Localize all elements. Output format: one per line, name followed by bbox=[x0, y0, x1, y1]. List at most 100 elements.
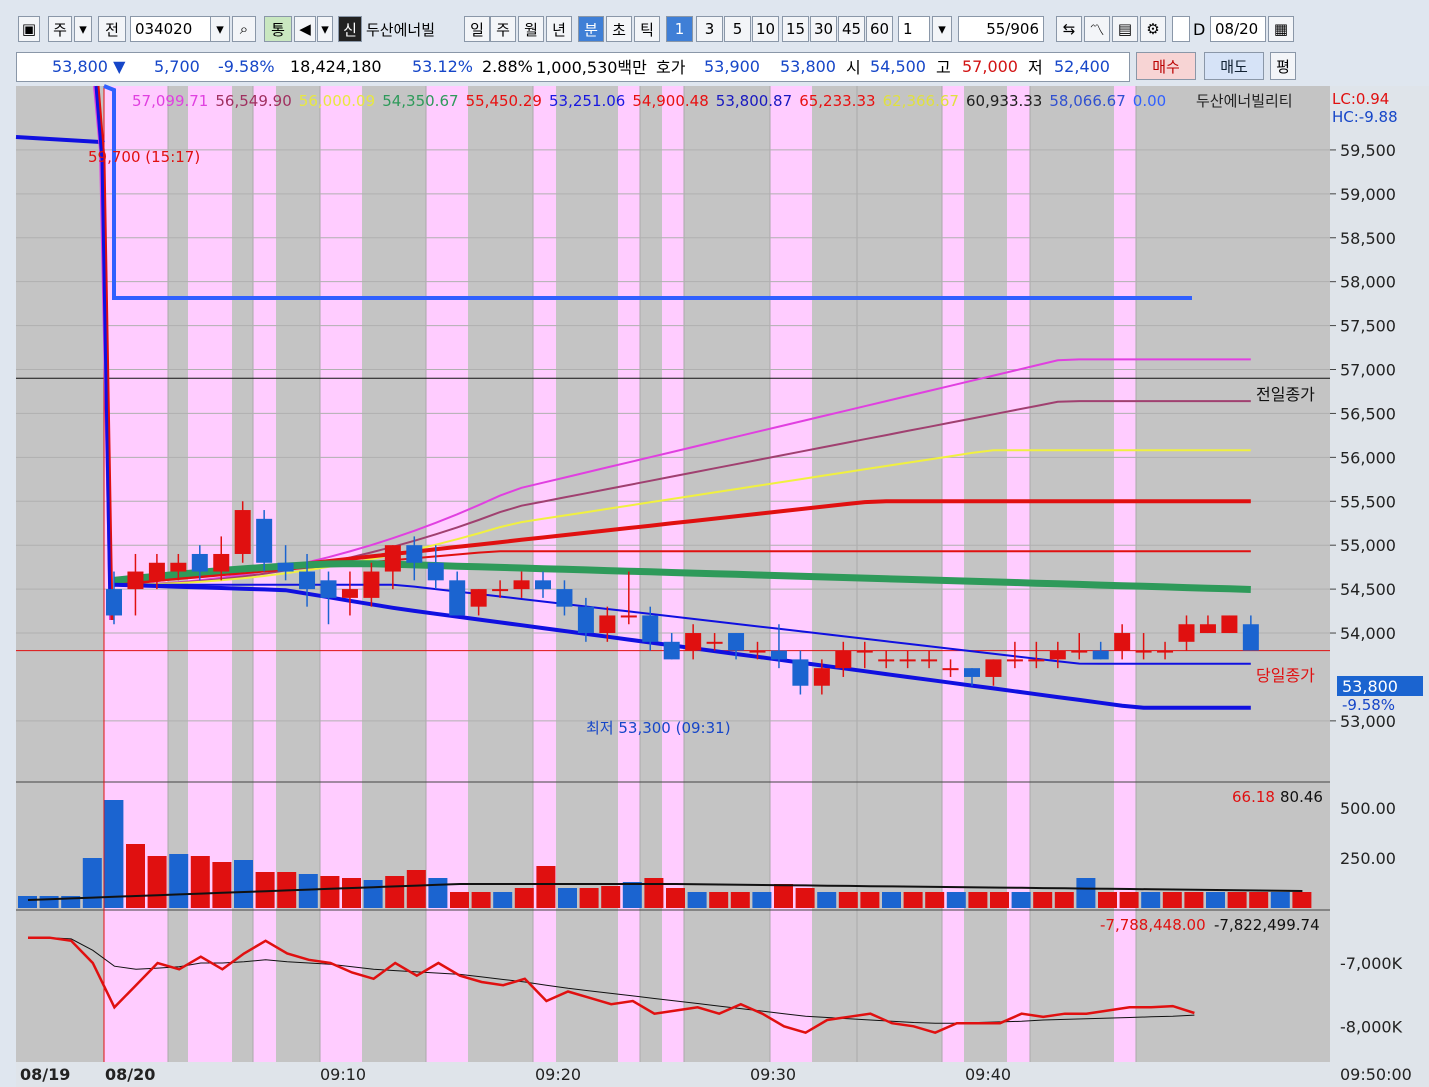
x-tick-label: 09:30 bbox=[750, 1065, 796, 1084]
candle-body bbox=[556, 589, 573, 607]
d-checkbox-label: D bbox=[1193, 19, 1206, 39]
interval-button[interactable]: 15 bbox=[782, 16, 809, 42]
candle-body bbox=[299, 571, 316, 590]
volume-bar bbox=[622, 882, 642, 908]
candle-body bbox=[148, 562, 165, 581]
volume-bar bbox=[1162, 892, 1182, 908]
candle-body bbox=[277, 562, 294, 572]
y-tick-label: 57,500 bbox=[1340, 317, 1396, 336]
volume-bar bbox=[190, 856, 210, 908]
draw-icon[interactable]: 〽 bbox=[1084, 16, 1110, 42]
layout-icon[interactable]: ▣ bbox=[18, 16, 40, 42]
prev-button[interactable]: 전 bbox=[98, 16, 126, 42]
y-tick-label: 56,000 bbox=[1340, 448, 1396, 467]
sound-icon[interactable]: ◀ bbox=[294, 16, 316, 42]
candle-body bbox=[856, 650, 873, 653]
candle-body bbox=[749, 650, 766, 653]
volume-y-tick-label: 500.00 bbox=[1340, 799, 1396, 818]
sound-dropdown-icon[interactable]: ▾ bbox=[317, 16, 333, 42]
ask-price: 53,900 bbox=[704, 56, 760, 76]
tong-button[interactable]: 통 bbox=[264, 16, 292, 42]
multiplier-input[interactable]: 1 bbox=[898, 16, 930, 42]
interval-button[interactable]: 30 bbox=[810, 16, 837, 42]
y-tick-label: 59,000 bbox=[1340, 185, 1396, 204]
candle-body bbox=[663, 641, 680, 660]
ma-legend-value: 54,900.48 bbox=[632, 92, 708, 110]
eval-button[interactable]: 평 bbox=[1270, 52, 1296, 80]
volume-bar bbox=[82, 858, 102, 908]
volume-bar bbox=[1292, 892, 1312, 908]
period-button[interactable]: 분 bbox=[578, 16, 604, 42]
candle-body bbox=[1114, 633, 1131, 651]
high-price: 57,000 bbox=[962, 56, 1018, 76]
candle-body bbox=[470, 589, 487, 607]
interval-button[interactable]: 1 bbox=[666, 16, 693, 42]
volume-bar bbox=[1033, 892, 1053, 908]
interval-button[interactable]: 3 bbox=[696, 16, 723, 42]
volume-bar bbox=[212, 862, 232, 908]
stock-name: 두산에너빌 bbox=[366, 20, 436, 39]
multiplier-dropdown-icon[interactable]: ▾ bbox=[932, 16, 952, 42]
volume-bar bbox=[514, 888, 534, 908]
interval-button[interactable]: 5 bbox=[724, 16, 751, 42]
d-checkbox[interactable] bbox=[1172, 16, 1190, 42]
search-icon[interactable]: ⌕ bbox=[232, 16, 256, 42]
volume-bar bbox=[298, 874, 318, 908]
volume-bar bbox=[18, 896, 37, 908]
buy-button[interactable]: 매수 bbox=[1136, 52, 1196, 80]
code-dropdown-icon[interactable]: ▾ bbox=[210, 16, 230, 42]
ma-legend-value: 62,366.67 bbox=[883, 92, 959, 110]
price-change: 5,700 bbox=[154, 56, 200, 76]
volume-bar bbox=[126, 844, 145, 908]
today-close-label: 당일종가 bbox=[1256, 666, 1315, 685]
gear-icon[interactable]: ⚙ bbox=[1140, 16, 1166, 42]
candle-body bbox=[1049, 650, 1066, 660]
market-dropdown-icon[interactable]: ▾ bbox=[74, 16, 92, 42]
candle-body bbox=[341, 589, 358, 598]
ma-legend-value: 55,450.29 bbox=[466, 92, 542, 110]
candle-body bbox=[685, 633, 702, 651]
volume-bar bbox=[147, 856, 167, 908]
y-tick-label: 58,500 bbox=[1340, 229, 1396, 248]
ma-legend-value: 56,000.09 bbox=[299, 92, 375, 110]
volume-bar bbox=[838, 892, 858, 908]
period-button[interactable]: 주 bbox=[490, 16, 516, 42]
save-icon[interactable]: ▤ bbox=[1112, 16, 1138, 42]
market-select[interactable]: 주 bbox=[48, 16, 72, 42]
interval-button[interactable]: 60 bbox=[866, 16, 893, 42]
volume-bar bbox=[39, 896, 59, 908]
credit-badge[interactable]: 신 bbox=[338, 16, 362, 42]
volume-bar bbox=[579, 888, 599, 908]
candle-body bbox=[770, 650, 787, 660]
volume-bar bbox=[968, 892, 988, 908]
period-button[interactable]: 년 bbox=[546, 16, 572, 42]
y-tick-label: 55,500 bbox=[1340, 492, 1396, 511]
period-button[interactable]: 일 bbox=[464, 16, 490, 42]
interval-button[interactable]: 10 bbox=[752, 16, 779, 42]
chart-area[interactable]: 59,500 59,000 58,500 58,000 57,500 57,000 56,5… bbox=[0, 84, 1429, 1087]
candle-body bbox=[1221, 615, 1238, 634]
open-label: 시 bbox=[846, 58, 861, 77]
period-button[interactable]: 월 bbox=[518, 16, 544, 42]
volume-bar bbox=[558, 888, 577, 908]
calendar-icon[interactable]: ▦ bbox=[1268, 16, 1294, 42]
period-button[interactable]: 틱 bbox=[634, 16, 660, 42]
zoom-icon[interactable]: ⇆ bbox=[1056, 16, 1082, 42]
x-axis-area bbox=[16, 1062, 1429, 1087]
time-band bbox=[533, 86, 556, 1062]
period-button[interactable]: 초 bbox=[606, 16, 632, 42]
candle-body bbox=[921, 659, 938, 662]
x-tick-label: 08/19 bbox=[20, 1065, 70, 1084]
candle-body bbox=[985, 659, 1002, 677]
quote-bar: 53,800 ▼ 5,700 -9.58% 18,424,180 53.12% … bbox=[0, 50, 1429, 84]
prev-close-label: 전일종가 bbox=[1256, 385, 1315, 404]
y-tick-label: 56,500 bbox=[1340, 404, 1396, 423]
candle-body bbox=[256, 518, 273, 563]
y-tick-label: 59,500 bbox=[1340, 141, 1396, 160]
volume-bar bbox=[104, 800, 124, 908]
volume-bar bbox=[342, 878, 361, 908]
interval-button[interactable]: 45 bbox=[838, 16, 865, 42]
bid-label: 호가 bbox=[656, 58, 686, 77]
sell-button[interactable]: 매도 bbox=[1204, 52, 1264, 80]
date-input[interactable]: 08/20 bbox=[1210, 16, 1266, 42]
